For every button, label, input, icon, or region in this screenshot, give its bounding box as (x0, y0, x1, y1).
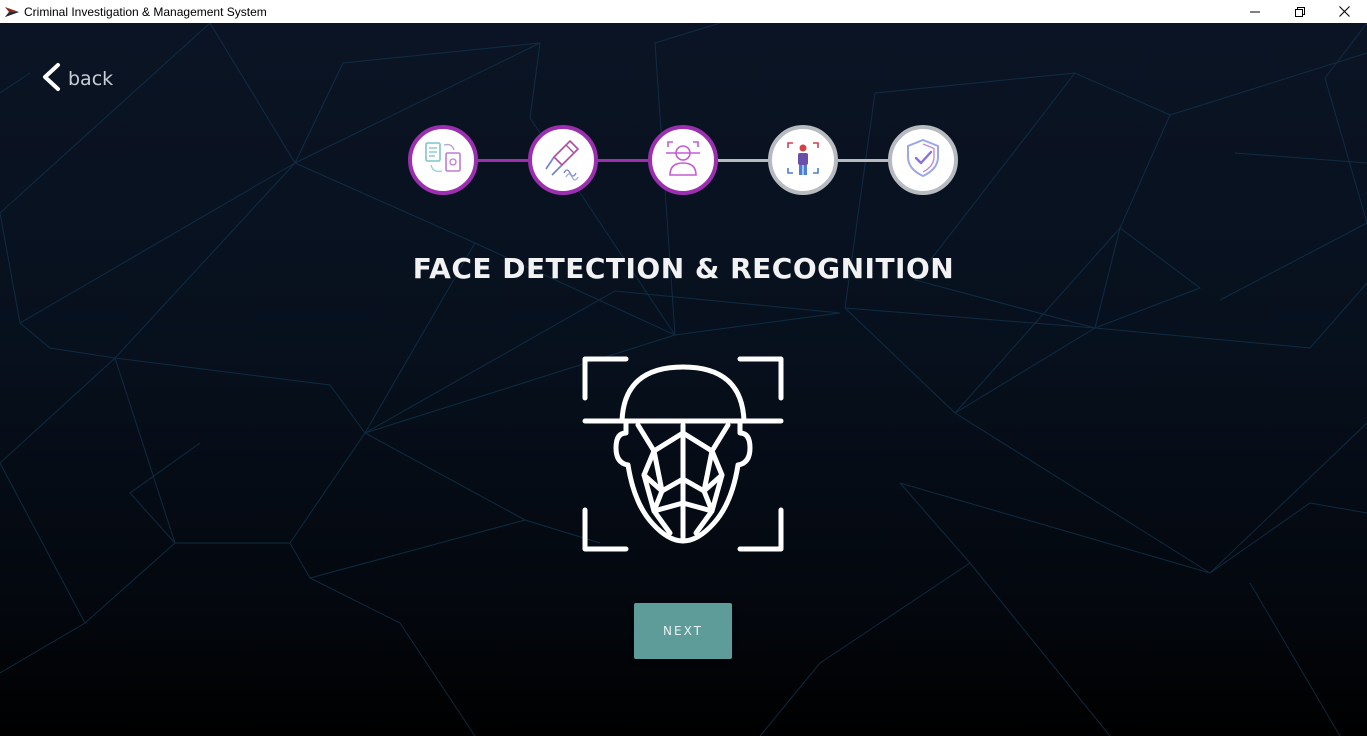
step-4[interactable] (768, 125, 838, 195)
fingerprint-dust-brush-icon (540, 135, 586, 185)
window-title: Criminal Investigation & Management Syst… (24, 4, 267, 19)
chevron-left-icon (40, 62, 62, 96)
restore-icon[interactable] (1277, 0, 1322, 23)
step-2[interactable] (528, 125, 598, 195)
progress-stepper (408, 123, 960, 201)
title-bar: Criminal Investigation & Management Syst… (0, 0, 1367, 23)
main-content: back FACE DETECTION & RECOGNITION NEXT (0, 23, 1367, 736)
shield-check-icon (900, 135, 946, 185)
close-icon[interactable] (1322, 0, 1367, 23)
back-button[interactable]: back (40, 62, 113, 96)
step-connector-4 (838, 159, 888, 162)
page-title: FACE DETECTION & RECOGNITION (412, 252, 955, 285)
step-connector-3 (718, 159, 768, 162)
next-button[interactable]: NEXT (634, 603, 732, 659)
step-connector-2 (598, 159, 648, 162)
app-window: Criminal Investigation & Management Syst… (0, 0, 1367, 736)
person-scan-frame-icon (780, 135, 826, 185)
face-recognition-icon (582, 353, 784, 555)
face-scan-person-icon (660, 135, 706, 185)
step-connector-1 (478, 159, 528, 162)
minimize-icon[interactable] (1232, 0, 1277, 23)
window-controls (1232, 0, 1367, 23)
documents-sync-icon (420, 135, 466, 185)
app-logo-icon (4, 4, 20, 20)
back-label: back (68, 68, 114, 90)
step-5[interactable] (888, 125, 958, 195)
step-3[interactable] (648, 125, 718, 195)
step-1[interactable] (408, 125, 478, 195)
